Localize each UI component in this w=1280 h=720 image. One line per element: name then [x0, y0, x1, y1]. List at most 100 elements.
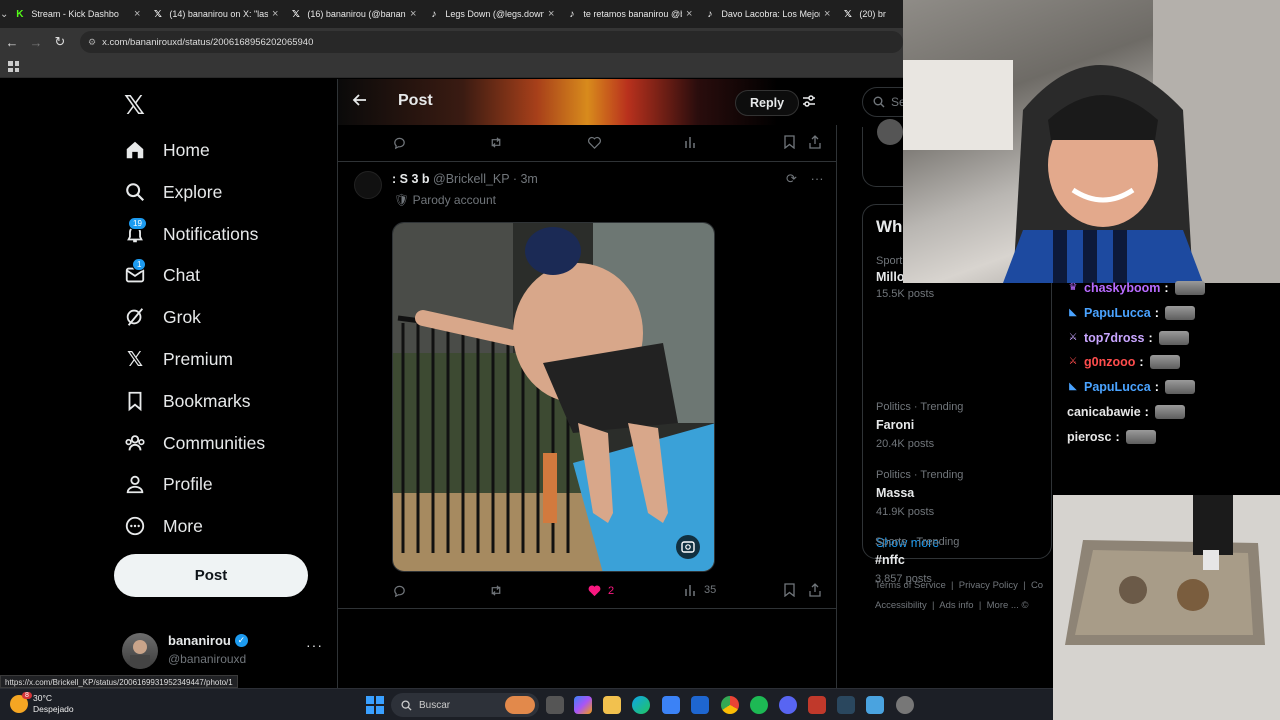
- photos-icon[interactable]: [866, 696, 884, 714]
- reply-button[interactable]: Reply: [735, 90, 800, 116]
- browser-tab[interactable]: 𝕏 (16) bananirou (@banani ×: [284, 0, 422, 28]
- emote-icon: [1125, 429, 1156, 444]
- tweet-media-photo[interactable]: [392, 222, 715, 572]
- copyright: ©: [1021, 600, 1029, 611]
- share-icon[interactable]: [808, 135, 822, 149]
- trend-item[interactable]: Politics · Trending Massa 41.9K posts: [876, 469, 963, 518]
- trend-item[interactable]: Politics · Trending Faroni 20.4K posts: [876, 401, 963, 450]
- browser-tab[interactable]: ♪ te retamos bananirou @b ×: [560, 0, 698, 28]
- like-icon[interactable]: [587, 135, 602, 150]
- account-more-icon[interactable]: ···: [306, 637, 323, 653]
- nav-more[interactable]: More: [124, 506, 203, 546]
- x-logo-icon[interactable]: 𝕏: [124, 91, 145, 121]
- repost-icon[interactable]: [488, 583, 504, 598]
- chat-separator: :: [1164, 281, 1169, 295]
- close-tab-icon[interactable]: ×: [686, 8, 692, 20]
- tab-search-chevron-icon[interactable]: ⌄: [0, 0, 8, 28]
- site-info-icon[interactable]: ⚙: [88, 37, 96, 48]
- share-icon[interactable]: [808, 583, 822, 597]
- nav-grok[interactable]: Grok: [124, 297, 201, 337]
- browser-tab[interactable]: 𝕏 (14) bananirou on X: "las p ×: [146, 0, 284, 28]
- nav-premium[interactable]: 𝕏 Premium: [124, 339, 233, 379]
- chat-username[interactable]: canicabawie: [1067, 405, 1141, 419]
- avatar[interactable]: [877, 119, 903, 145]
- nav-chat[interactable]: 1 Chat: [124, 255, 200, 295]
- browser-tab[interactable]: ♪ Davo Lacobra: Los Mejore ×: [698, 0, 836, 28]
- nav-notifications-label: Notifications: [163, 223, 259, 244]
- chat-username[interactable]: g0nzooo: [1084, 355, 1135, 369]
- views-icon: [685, 585, 695, 596]
- tweet-author-name[interactable]: : S 3 b: [392, 172, 430, 186]
- terms-link[interactable]: Terms of Service: [875, 580, 946, 591]
- close-tab-icon[interactable]: ×: [272, 8, 278, 20]
- ads-info-link[interactable]: Ads info: [939, 600, 973, 611]
- reload-icon[interactable]: ↻: [48, 34, 72, 50]
- address-bar[interactable]: ⚙ x.com/bananirouxd/status/2006168956202…: [80, 31, 903, 53]
- chat-username[interactable]: PapuLucca: [1084, 380, 1151, 394]
- tweet-author-handle[interactable]: @Brickell_KP · 3m: [433, 172, 538, 186]
- nav-home[interactable]: Home: [124, 130, 210, 170]
- browser-tab[interactable]: 𝕏 (20) br: [836, 0, 903, 28]
- like-button[interactable]: 2: [587, 583, 614, 598]
- close-tab-icon[interactable]: ×: [824, 8, 830, 20]
- browser-tab[interactable]: K Stream - Kick Dashbo ×: [8, 0, 146, 28]
- chat-username[interactable]: chaskyboom: [1084, 281, 1160, 295]
- account-name-row: bananirou ✓: [168, 633, 248, 648]
- reply-icon[interactable]: [392, 583, 407, 598]
- chrome-icon[interactable]: [721, 696, 739, 714]
- post-button[interactable]: Post: [114, 554, 308, 597]
- weather-widget[interactable]: 8 30°C Despejado: [10, 692, 74, 715]
- taskbar-search[interactable]: Buscar: [391, 693, 539, 717]
- app-icon[interactable]: [808, 696, 826, 714]
- chat-username[interactable]: top7dross: [1084, 331, 1144, 345]
- views-button[interactable]: 35: [684, 583, 716, 597]
- chat-username[interactable]: PapuLucca: [1084, 306, 1151, 320]
- repost-icon[interactable]: [488, 135, 504, 150]
- nav-bookmarks-label: Bookmarks: [163, 390, 251, 411]
- windows-start-icon[interactable]: [366, 696, 384, 714]
- discord-icon[interactable]: [779, 696, 797, 714]
- nav-premium-label: Premium: [163, 348, 234, 369]
- media-edit-icon[interactable]: [676, 535, 700, 559]
- tweet-avatar[interactable]: [354, 171, 382, 199]
- settings-gear-icon[interactable]: [896, 696, 914, 714]
- outlook-icon[interactable]: [691, 696, 709, 714]
- nav-bookmarks[interactable]: Bookmarks: [124, 381, 251, 421]
- nav-communities-label: Communities: [163, 432, 266, 453]
- nav-communities[interactable]: Communities: [124, 423, 265, 463]
- browser-tab[interactable]: ♪ Legs Down (@legs.down) ×: [422, 0, 560, 28]
- steam-icon[interactable]: [837, 696, 855, 714]
- bookmark-icon[interactable]: [783, 583, 796, 597]
- task-view-icon[interactable]: [546, 696, 564, 714]
- nav-explore[interactable]: Explore: [124, 172, 222, 212]
- browser-tab-title: (20) br: [859, 9, 886, 19]
- close-tab-icon[interactable]: ×: [410, 8, 416, 20]
- reply-icon[interactable]: [392, 135, 407, 150]
- tweet-more-icon[interactable]: ···: [811, 171, 824, 186]
- more-link[interactable]: More ...: [987, 600, 1019, 611]
- nav-profile[interactable]: Profile: [124, 464, 213, 504]
- views-icon[interactable]: [684, 135, 698, 149]
- privacy-link[interactable]: Privacy Policy: [959, 580, 1018, 591]
- back-arrow-icon[interactable]: [352, 92, 368, 113]
- file-explorer-icon[interactable]: [603, 696, 621, 714]
- apps-grid-icon[interactable]: [8, 61, 19, 72]
- back-arrow-icon[interactable]: ←: [0, 35, 24, 50]
- store-icon[interactable]: [662, 696, 680, 714]
- spotify-icon[interactable]: [750, 696, 768, 714]
- forward-arrow-icon[interactable]: →: [24, 35, 48, 50]
- grok-explain-icon[interactable]: ⟳: [786, 171, 797, 186]
- account-switcher[interactable]: bananirou ✓ @bananirouxd ···: [122, 631, 322, 673]
- chat-username[interactable]: pierosc: [1067, 430, 1111, 444]
- close-tab-icon[interactable]: ×: [134, 8, 140, 20]
- cookie-link[interactable]: Co: [1031, 580, 1043, 591]
- filter-settings-icon[interactable]: [802, 94, 816, 113]
- chat-message: ⚔ top7dross:: [1067, 329, 1189, 347]
- bookmark-icon[interactable]: [783, 135, 796, 149]
- edge-icon[interactable]: [632, 696, 650, 714]
- close-tab-icon[interactable]: ×: [548, 8, 554, 20]
- nav-notifications[interactable]: 19 Notifications: [124, 214, 258, 254]
- accessibility-link[interactable]: Accessibility: [875, 600, 927, 611]
- nav-profile-label: Profile: [163, 473, 213, 494]
- copilot-icon[interactable]: [574, 696, 592, 714]
